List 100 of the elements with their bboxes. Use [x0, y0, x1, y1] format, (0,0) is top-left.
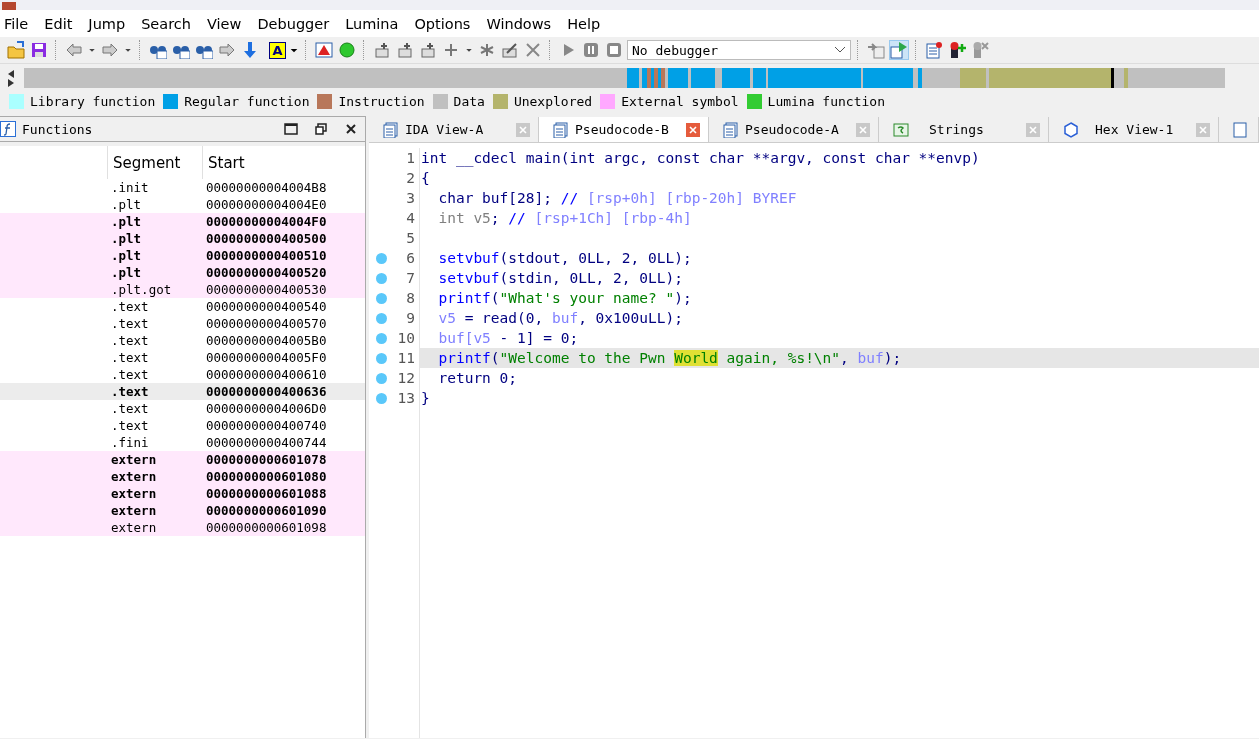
app-icon [2, 2, 16, 10]
function-row[interactable]: extern 0000000000601088 [0, 485, 365, 502]
code-line: { [420, 169, 431, 188]
legend-label: Regular function [184, 93, 310, 109]
menu-item[interactable]: View [207, 15, 250, 32]
menu-item[interactable]: Lumina [345, 15, 407, 32]
save-icon[interactable] [29, 40, 49, 60]
table-cell-text: .text [111, 299, 150, 314]
table-cell-text: .init [111, 180, 150, 195]
function-row[interactable]: .plt 0000000000400510 [0, 247, 365, 264]
menu-item[interactable]: File [4, 15, 37, 32]
function-row[interactable]: .text 0000000000400610 [0, 366, 365, 383]
breakpoint-dot[interactable] [376, 332, 387, 344]
text-color-button[interactable]: A [269, 41, 286, 59]
chevron-icon [834, 46, 846, 54]
document-icon [1233, 121, 1247, 138]
warning-icon[interactable] [314, 40, 334, 60]
code-line: return 0; [437, 369, 519, 388]
function-row[interactable]: extern 0000000000601098 [0, 519, 365, 536]
scroll-arrows-icon[interactable] [6, 68, 16, 88]
menu-item[interactable]: Edit [44, 15, 81, 32]
table-cell-text: .plt [111, 214, 143, 229]
line-number: 3 [406, 190, 415, 206]
document-list-icon[interactable] [924, 40, 944, 60]
pencil-box-icon[interactable] [500, 40, 520, 60]
plus-box-icon[interactable] [418, 40, 438, 60]
function-row[interactable]: .fini 0000000000400744 [0, 434, 365, 451]
open-folder-icon[interactable] [6, 40, 26, 60]
breakpoint-dot[interactable] [376, 372, 387, 384]
legend-label: Unexplored [513, 93, 593, 109]
menu-item[interactable]: Options [414, 15, 479, 32]
line-number: 5 [406, 230, 415, 246]
legend-label: Library function [30, 93, 156, 109]
menu-item[interactable]: Debugger [257, 15, 338, 32]
plus-box-icon[interactable] [395, 40, 415, 60]
table-cell-text: .text [111, 384, 150, 399]
function-row[interactable]: .text 00000000004005F0 [0, 349, 365, 366]
plus-box-icon[interactable] [372, 40, 392, 60]
menu-item[interactable]: Jump [88, 15, 134, 32]
run-box-icon[interactable] [889, 40, 909, 60]
line-number: 7 [406, 270, 415, 286]
function-row[interactable]: .plt.got 0000000000400530 [0, 281, 365, 298]
function-row[interactable]: .plt 00000000004004F0 [0, 213, 365, 230]
arrow-box-icon[interactable] [866, 40, 886, 60]
breakpoint-dot[interactable] [376, 292, 387, 304]
line-number: 13 [397, 390, 415, 406]
debugger-select[interactable]: No debugger [627, 40, 851, 60]
function-row[interactable]: extern 0000000000601090 [0, 502, 365, 519]
code-line: setvbuf(stdin, 0LL, 2, 0LL); [437, 269, 684, 288]
function-row[interactable]: .text 00000000004005B0 [0, 332, 365, 349]
function-row[interactable]: .plt 00000000004004E0 [0, 196, 365, 213]
breakpoint-dot[interactable] [376, 252, 387, 264]
breakpoint-dot[interactable] [376, 312, 387, 324]
table-cell-text: 0000000000400530 [206, 282, 328, 297]
function-row[interactable]: .text 0000000000400540 [0, 298, 365, 315]
function-row[interactable]: .init 00000000004004B8 [0, 179, 365, 196]
breakpoint-dot[interactable] [376, 272, 387, 284]
hexagon-icon [1063, 121, 1079, 138]
line-number: 6 [406, 250, 415, 266]
line-number: 9 [406, 310, 415, 326]
table-cell-text: .text [111, 401, 150, 416]
legend-label: Data [453, 93, 485, 109]
breakpoint-dot[interactable] [376, 352, 387, 364]
function-row[interactable]: extern 0000000000601080 [0, 468, 365, 485]
legend-label: External symbol [621, 93, 739, 109]
function-row[interactable]: .plt 0000000000400520 [0, 264, 365, 281]
table-cell-text: 0000000000400570 [206, 316, 328, 331]
code-line: printf("What's your name? "); [437, 289, 693, 308]
table-cell-text: 00000000004004E0 [206, 197, 328, 212]
table-cell-text: extern [111, 452, 158, 467]
table-cell-text: 0000000000601080 [206, 469, 328, 484]
function-row[interactable]: .text 00000000004006D0 [0, 400, 365, 417]
breakpoint-dot[interactable] [376, 392, 387, 404]
table-cell-text: 00000000004005B0 [206, 333, 328, 348]
table-cell-text: .text [111, 367, 150, 382]
column-header[interactable]: Segment [107, 146, 202, 179]
table-cell-text: 0000000000400610 [206, 367, 328, 382]
function-row[interactable]: .text 0000000000400570 [0, 315, 365, 332]
table-cell-text: .text [111, 333, 150, 348]
menu-item[interactable]: Help [567, 15, 609, 32]
document-icon [553, 121, 569, 138]
function-row[interactable]: .plt 0000000000400500 [0, 230, 365, 247]
function-row[interactable]: .text 0000000000400636 [0, 383, 365, 400]
table-cell-text: 0000000000400540 [206, 299, 328, 314]
table-cell-text: extern [111, 469, 158, 484]
function-row[interactable]: .text 0000000000400740 [0, 417, 365, 434]
table-cell-text: 0000000000400520 [206, 265, 328, 280]
menu-item[interactable]: Search [141, 15, 199, 32]
tab[interactable]: Pseudocode-B [539, 117, 709, 142]
function-row[interactable]: extern 0000000000601078 [0, 451, 365, 468]
table-cell-text: .fini [111, 435, 150, 450]
line-number: 12 [397, 370, 415, 386]
pause-icon[interactable] [581, 40, 601, 60]
circle-icon[interactable] [337, 40, 357, 60]
table-cell-text: 0000000000400740 [206, 418, 328, 433]
column-header[interactable]: Start [202, 146, 365, 179]
panel-title: Functions [22, 121, 93, 137]
maximize-icon[interactable] [281, 120, 301, 138]
menu-item[interactable]: Windows [486, 15, 560, 32]
stop-icon[interactable] [604, 40, 624, 60]
